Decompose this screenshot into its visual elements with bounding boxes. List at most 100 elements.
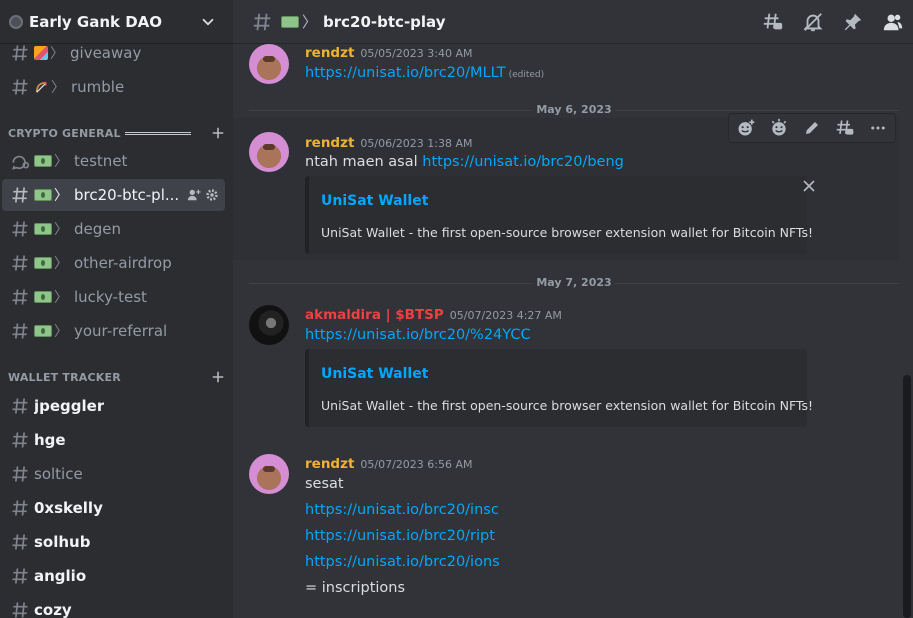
hash-icon <box>253 13 271 30</box>
message-link[interactable]: https://unisat.io/brc20/ript <box>305 528 495 544</box>
message: rendzt 05/06/2023 1:38 AM ntah maen asal … <box>233 130 899 260</box>
message: akmaldira | $BTSP 05/07/2023 4:27 AM http… <box>233 303 899 433</box>
message-author[interactable]: rendzt <box>305 456 354 472</box>
channel-separator: 〉 <box>54 188 68 204</box>
close-icon[interactable] <box>801 178 817 194</box>
hash-icon <box>12 432 28 448</box>
channel-name: brc20-btc-pl... <box>74 186 180 204</box>
message-content: https://unisat.io/brc20/%24YCC <box>305 327 531 343</box>
message-author-line: rendzt 05/05/2023 3:40 AM <box>305 45 473 61</box>
category-label: CRYPTO GENERAL <box>8 126 121 140</box>
settings-gear-icon[interactable] <box>205 188 219 202</box>
channel-degen[interactable]: 〉 degen <box>2 213 225 245</box>
channel-solhub[interactable]: solhub <box>2 526 225 558</box>
avatar[interactable] <box>249 454 289 494</box>
message-link[interactable]: https://unisat.io/brc20/%24YCC <box>305 327 531 343</box>
channel-header: 〉 brc20-btc-play <box>233 0 913 44</box>
channel-name: cozy <box>34 601 72 618</box>
channel-brc20-btc-play[interactable]: 〉 brc20-btc-pl... <box>2 179 225 211</box>
channel-separator: 〉 <box>54 154 68 170</box>
channel-name: soltice <box>34 465 83 483</box>
channel-name: solhub <box>34 533 91 551</box>
mute-icon[interactable] <box>793 0 833 44</box>
category-crypto-general[interactable]: CRYPTO GENERAL <box>8 124 225 142</box>
edited-label: (edited) <box>508 70 545 80</box>
hash-icon <box>12 289 28 305</box>
channel-tools <box>187 188 225 202</box>
embed-description: UniSat Wallet - the first open-source br… <box>321 225 814 240</box>
channel-rumble[interactable]: 〉 rumble <box>2 71 225 103</box>
message-text: sesat <box>305 476 344 492</box>
hash-icon <box>12 568 28 584</box>
super-reaction-icon[interactable] <box>768 117 790 139</box>
message-author[interactable]: rendzt <box>305 45 354 61</box>
date-divider-label: May 7, 2023 <box>532 276 616 289</box>
message-link[interactable]: https://unisat.io/brc20/beng <box>422 154 624 170</box>
hash-icon <box>12 323 28 339</box>
header-toolbar <box>753 0 913 44</box>
link-embed: UniSat Wallet UniSat Wallet - the first … <box>305 349 813 427</box>
money-emoji <box>34 223 52 235</box>
message-actions-toolbar <box>728 113 896 143</box>
channel-name: lucky-test <box>74 288 147 306</box>
create-thread-icon[interactable] <box>834 117 856 139</box>
hash-icon <box>12 221 28 237</box>
category-wallet-tracker[interactable]: WALLET TRACKER <box>8 368 225 386</box>
message-link[interactable]: https://unisat.io/brc20/ions <box>305 554 500 570</box>
chat-area: 〉 brc20-btc-play rendzt 05/05/2023 3:40 A… <box>233 0 913 618</box>
message-author[interactable]: akmaldira | $BTSP <box>305 307 444 323</box>
message-author[interactable]: rendzt <box>305 135 354 151</box>
invite-member-icon[interactable] <box>187 188 201 202</box>
message-timestamp: 05/07/2023 4:27 AM <box>449 309 562 322</box>
hash-icon <box>12 79 28 95</box>
message-link[interactable]: https://unisat.io/brc20/insc <box>305 502 499 518</box>
channel-name: other-airdrop <box>74 254 172 272</box>
avatar[interactable] <box>249 44 289 84</box>
hash-icon <box>12 466 28 482</box>
channel-name: 0xskelly <box>34 499 103 517</box>
channel-testnet[interactable]: 〉 testnet <box>2 145 225 177</box>
edit-icon[interactable] <box>801 117 823 139</box>
bow-and-arrow-emoji <box>35 81 47 93</box>
pin-icon[interactable] <box>833 0 873 44</box>
chevron-down-icon[interactable] <box>199 13 217 31</box>
message: rendzt 05/05/2023 3:40 AM https://unisat.… <box>233 44 899 94</box>
scrollbar[interactable] <box>903 375 911 618</box>
channel-jpeggler[interactable]: jpeggler <box>2 390 225 422</box>
channel-anglio[interactable]: anglio <box>2 560 225 592</box>
money-emoji <box>34 325 52 337</box>
add-channel-icon[interactable] <box>211 126 225 140</box>
channel-name: testnet <box>74 152 128 170</box>
hash-icon <box>12 45 28 61</box>
more-icon[interactable] <box>867 117 889 139</box>
avatar[interactable] <box>249 305 289 345</box>
server-header[interactable]: Early Gank DAO <box>0 0 233 44</box>
channel-your-referral[interactable]: 〉 your-referral <box>2 315 225 347</box>
channel-hge[interactable]: hge <box>2 424 225 456</box>
member-list-icon[interactable] <box>873 0 913 44</box>
hash-icon <box>12 534 28 550</box>
embed-title[interactable]: UniSat Wallet <box>321 193 428 209</box>
channel-0xskelly[interactable]: 0xskelly <box>2 492 225 524</box>
channel-sidebar: Early Gank DAO 〉 giveaway 〉 rumble CRYPT… <box>0 0 233 618</box>
message-content: ntah maen asal https://unisat.io/brc20/b… <box>305 154 624 170</box>
date-divider: May 7, 2023 <box>249 276 899 290</box>
channel-separator: 〉 <box>50 46 64 62</box>
embed-description: UniSat Wallet - the first open-source br… <box>321 398 814 413</box>
add-reaction-icon[interactable] <box>735 117 757 139</box>
threads-icon[interactable] <box>753 0 793 44</box>
channel-cozy[interactable]: cozy <box>2 594 225 618</box>
channel-soltice[interactable]: soltice <box>2 458 225 490</box>
channel-other-airdrop[interactable]: 〉 other-airdrop <box>2 247 225 279</box>
message-text: ntah maen asal <box>305 154 423 170</box>
hash-icon <box>12 255 28 271</box>
channel-name: hge <box>34 431 66 449</box>
channel-name: jpeggler <box>34 397 105 415</box>
embed-title[interactable]: UniSat Wallet <box>321 366 428 382</box>
server-name: Early Gank DAO <box>29 12 163 31</box>
add-channel-icon[interactable] <box>211 370 225 384</box>
message-link[interactable]: https://unisat.io/brc20/MLLT <box>305 65 506 81</box>
avatar[interactable] <box>249 132 289 172</box>
money-emoji <box>34 257 52 269</box>
channel-lucky-test[interactable]: 〉 lucky-test <box>2 281 225 313</box>
